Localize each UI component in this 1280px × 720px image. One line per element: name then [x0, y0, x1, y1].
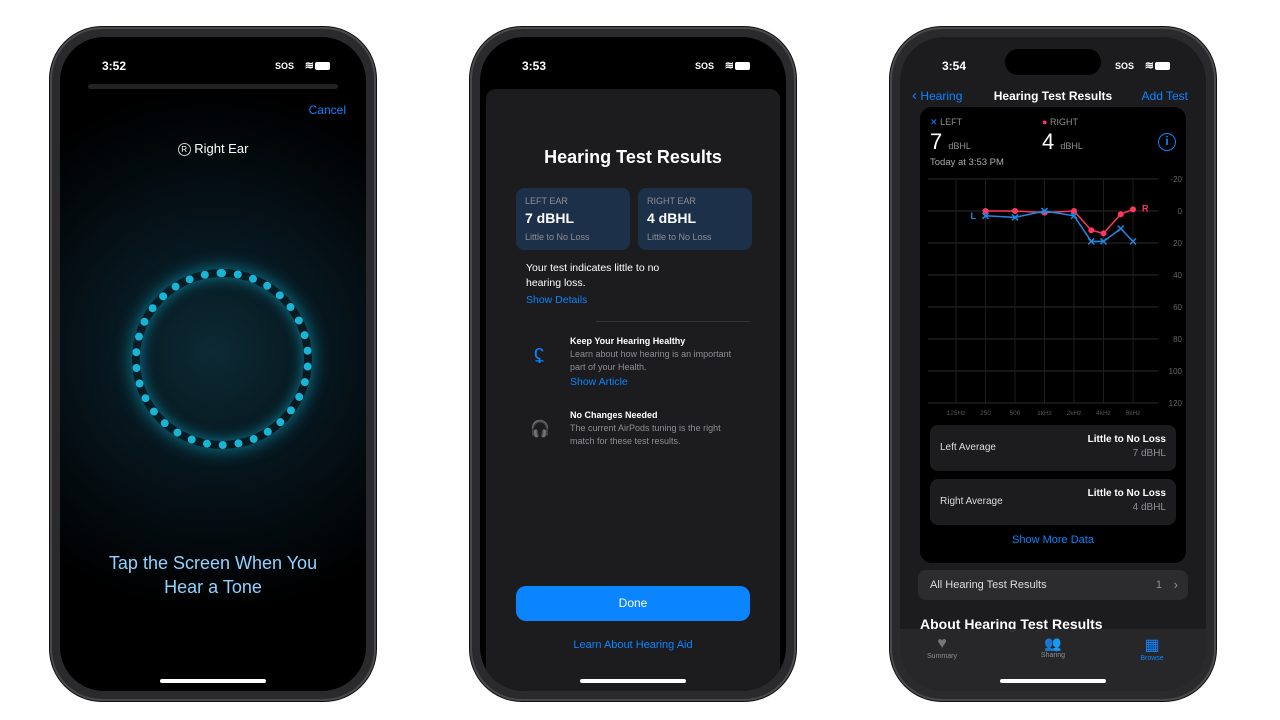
learn-about-hearing-aid-link[interactable]: Learn About Hearing Aid — [486, 639, 780, 651]
wifi-icon: ≋ — [724, 60, 734, 72]
left-legend: ✕ LEFT — [930, 117, 963, 127]
tab-summary[interactable]: ♥ Summary — [922, 635, 962, 660]
y-tick-label: -20 — [1170, 175, 1182, 184]
tip-keep-hearing-healthy: Keep Your Hearing Healthy Learn about ho… — [570, 335, 740, 389]
right-ear-badge-icon: R — [177, 143, 191, 156]
heart-icon: ♥ — [937, 635, 947, 652]
phone-hearing-test: 3:52 SOS ≋ Cancel R Right Ear Tap the Scre… — [50, 27, 376, 701]
y-tick-label: 120 — [1169, 399, 1183, 408]
right-legend: ● RIGHT — [1042, 117, 1078, 127]
cancel-button[interactable]: Cancel — [309, 103, 346, 117]
divider — [596, 321, 750, 322]
time: 3:54 — [942, 59, 967, 73]
home-indicator — [580, 679, 686, 683]
left-average-row: Left Average Little to No Loss 7 dBHL — [930, 425, 1176, 471]
tab-sharing[interactable]: 👥 Sharing — [1033, 635, 1073, 659]
phone-health-results: 3:54 SOS ≋ ‹ Hearing Hearing Test Results … — [890, 27, 1216, 701]
x-tick-label: 2kHz — [1067, 410, 1082, 417]
wifi-icon: ≋ — [304, 60, 314, 72]
x-tick-label: 250 — [980, 410, 991, 417]
y-tick-label: 80 — [1173, 335, 1182, 344]
x-tick-label: 4kHz — [1096, 410, 1111, 417]
right-average-row: Right Average Little to No Loss 4 dBHL — [930, 479, 1176, 525]
dot-marker-icon: ● — [1042, 117, 1048, 127]
data-point-R — [1130, 206, 1136, 213]
data-point-R — [1088, 227, 1095, 234]
y-tick-label: 0 — [1178, 207, 1183, 216]
tab-browse[interactable]: ▦ Browse — [1132, 635, 1172, 662]
time: 3:52 — [102, 59, 127, 73]
show-more-data-link[interactable]: Show More Data — [920, 534, 1186, 546]
series-label-R: R — [1142, 203, 1149, 213]
time: 3:53 — [522, 59, 547, 73]
home-indicator — [1000, 679, 1106, 683]
show-details-link[interactable]: Show Details — [526, 294, 587, 306]
y-tick-label: 40 — [1173, 271, 1182, 280]
home-indicator — [160, 679, 266, 683]
airpods-icon: 🎧 — [530, 421, 550, 438]
left-ear-card: LEFT EAR 7 dBHL Little to No Loss — [516, 188, 630, 250]
info-icon[interactable]: i — [1158, 133, 1176, 151]
tone-ring — [132, 269, 312, 449]
results-sheet: Hearing Test Results LEFT EAR 7 dBHL Lit… — [486, 89, 780, 691]
ear-check-icon: ʢ — [534, 346, 544, 368]
data-point-R — [1100, 230, 1107, 237]
sheet-title: Hearing Test Results — [544, 147, 722, 167]
y-tick-label: 20 — [1173, 239, 1182, 248]
audiogram-chart: -20 0 20 40 60 80 100 120 125Hz 250 500 1kHz 2kHz 4kH… — [928, 175, 1183, 417]
y-tick-label: 100 — [1169, 367, 1183, 376]
series-label-L: L — [971, 211, 977, 221]
screen[interactable]: 3:52 SOS ≋ Cancel R Right Ear Tap the Scre… — [60, 37, 366, 691]
ear-label: R Right Ear — [60, 141, 366, 156]
people-icon: 👥 — [1044, 635, 1062, 651]
battery-icon — [1155, 62, 1170, 70]
show-article-link[interactable]: Show Article — [570, 376, 740, 389]
sos: SOS — [1114, 61, 1134, 71]
data-point-R — [1012, 208, 1018, 214]
x-tick-label: 500 — [1010, 410, 1021, 417]
sheet-grabber — [88, 84, 338, 89]
x-tick-label: 125Hz — [947, 410, 966, 417]
chevron-right-icon: › — [1173, 577, 1178, 592]
phone-test-results-sheet: 3:53 SOS ≋ Hearing Test Results LEFT EAR 7… — [470, 27, 796, 701]
wifi-icon: ≋ — [1144, 60, 1154, 72]
all-results-row[interactable]: All Hearing Test Results 1 › — [918, 570, 1188, 600]
data-point-L — [1117, 225, 1125, 233]
battery-icon — [315, 62, 330, 70]
instruction-text: Tap the Screen When You Hear a Tone — [108, 553, 318, 597]
add-test-button[interactable]: Add Test — [1142, 89, 1188, 103]
right-ear-card: RIGHT EAR 4 dBHL Little to No Loss — [638, 188, 752, 250]
x-marker-icon: ✕ — [930, 117, 938, 127]
x-tick-label: 1kHz — [1037, 410, 1052, 417]
battery-icon — [735, 62, 750, 70]
sos: SOS — [274, 61, 294, 71]
tip-no-changes: No Changes Needed The current AirPods tu… — [570, 410, 721, 446]
data-point-R — [1117, 211, 1124, 218]
left-value: 7 dBHL — [930, 129, 971, 154]
y-tick-label: 60 — [1173, 303, 1182, 312]
sos: SOS — [694, 61, 714, 71]
grid-icon: ▦ — [1144, 637, 1160, 654]
x-tick-label: 8kHz — [1126, 410, 1141, 417]
summary-text: Your test indicates little to no hearing… — [526, 262, 660, 289]
results-card: ✕ LEFT ● RIGHT 7 dBHL 4 dBHL Today at 3:… — [920, 107, 1186, 563]
done-button[interactable]: Done — [516, 586, 750, 621]
right-value: 4 dBHL — [1042, 129, 1083, 154]
